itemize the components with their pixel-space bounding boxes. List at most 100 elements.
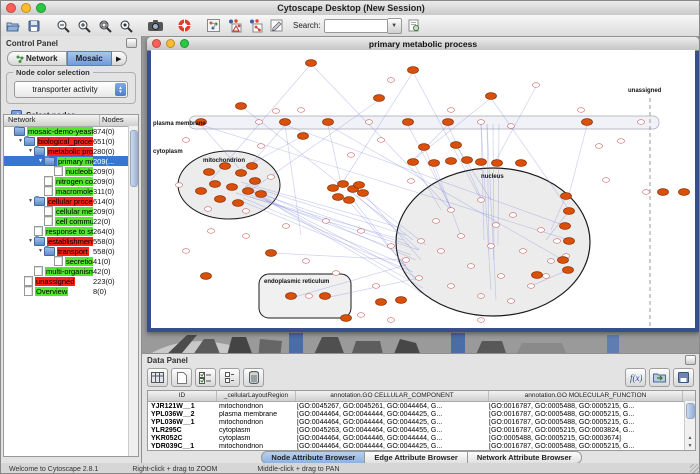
network-node[interactable] xyxy=(182,138,189,143)
formula-builder-button[interactable]: f(x) xyxy=(625,368,646,387)
network-node-selected[interactable] xyxy=(243,188,254,195)
network-node-selected[interactable] xyxy=(408,159,419,166)
network-node[interactable] xyxy=(282,224,289,229)
network-node-selected[interactable] xyxy=(462,157,473,164)
tab-network[interactable]: Network xyxy=(7,51,67,66)
network-node-selected[interactable] xyxy=(451,142,462,149)
network-node[interactable] xyxy=(577,108,584,113)
network-node[interactable] xyxy=(357,229,364,234)
network-node[interactable] xyxy=(415,276,422,281)
network-node-selected[interactable] xyxy=(396,297,407,304)
tree-expander-icon[interactable]: ▼ xyxy=(27,238,34,244)
table-cell-id[interactable]: YPL036W__2 xyxy=(148,411,216,418)
network-node-selected[interactable] xyxy=(323,119,334,126)
tree-expander-icon[interactable]: ▼ xyxy=(17,138,24,144)
network-node-selected[interactable] xyxy=(561,193,572,200)
network-node-selected[interactable] xyxy=(280,119,291,126)
search-options-icon[interactable] xyxy=(405,17,423,34)
tree-row[interactable]: ▼establishment of lo558(0) xyxy=(4,236,129,246)
annotation-transfer-icon[interactable] xyxy=(225,17,243,34)
network-node[interactable] xyxy=(467,264,474,269)
table-column-header[interactable]: ID xyxy=(148,391,217,401)
network-node[interactable] xyxy=(532,83,539,88)
network-node[interactable] xyxy=(637,120,644,125)
network-node[interactable] xyxy=(332,271,339,276)
zoom-out-icon[interactable] xyxy=(54,17,72,34)
network-node[interactable] xyxy=(527,284,534,289)
network-node[interactable] xyxy=(509,213,516,218)
network-window-titlebar[interactable]: primary metabolic process xyxy=(147,37,699,51)
save-session-icon[interactable] xyxy=(25,17,43,34)
network-node[interactable] xyxy=(447,108,454,113)
network-node[interactable] xyxy=(492,223,499,228)
scroll-down-icon[interactable]: ▼ xyxy=(685,442,695,450)
tree-expander-icon[interactable]: ▼ xyxy=(37,248,44,254)
network-node[interactable] xyxy=(477,294,484,299)
network-node[interactable] xyxy=(547,259,554,264)
network-node-selected[interactable] xyxy=(376,299,387,306)
network-node[interactable] xyxy=(447,208,454,213)
tree-row[interactable]: Overview8(0) xyxy=(4,286,129,296)
network-node[interactable] xyxy=(387,244,394,249)
table-cell-region[interactable]: cytoplasm xyxy=(216,435,294,442)
tree-row[interactable]: ▼primary metabo209(... xyxy=(4,156,129,166)
network-node-selected[interactable] xyxy=(658,189,669,196)
network-node[interactable] xyxy=(432,219,439,224)
network-node-selected[interactable] xyxy=(532,272,543,279)
network-node[interactable] xyxy=(272,109,279,114)
table-column-header[interactable]: annotation.GO MOLECULAR_FUNCTION xyxy=(489,391,683,401)
network-node[interactable] xyxy=(417,239,424,244)
table-cell-region[interactable]: plasma membrane xyxy=(216,411,294,418)
network-node[interactable] xyxy=(519,249,526,254)
network-node-selected[interactable] xyxy=(215,196,226,203)
network-node-selected[interactable] xyxy=(476,159,487,166)
tree-row[interactable]: cellular metabo209(0) xyxy=(4,206,129,216)
tree-expander-icon[interactable]: ▼ xyxy=(27,198,34,204)
tree-row[interactable]: unassigned223(0) xyxy=(4,276,129,286)
table-row[interactable]: YKR052Ccytoplasm[GO:0044464, GO:0044446,… xyxy=(148,434,695,442)
network-node[interactable] xyxy=(302,259,309,264)
network-edge[interactable] xyxy=(250,197,419,250)
network-node[interactable] xyxy=(447,284,454,289)
network-node[interactable] xyxy=(507,299,514,304)
network-edge[interactable] xyxy=(328,125,341,184)
network-edge[interactable] xyxy=(413,125,448,160)
network-node-selected[interactable] xyxy=(443,119,454,126)
network-node-selected[interactable] xyxy=(247,163,258,170)
network-node-selected[interactable] xyxy=(227,184,238,191)
resize-grip[interactable] xyxy=(690,464,700,474)
scroll-up-icon[interactable]: ▲ xyxy=(685,434,695,442)
tree-row[interactable]: response to stimul264(0) xyxy=(4,226,129,236)
network-node-selected[interactable] xyxy=(419,144,430,151)
table-cell-mol[interactable]: [GO:0016787, GO:0005488, GO:0005215, G..… xyxy=(486,443,679,450)
tree-row[interactable]: ▼cellular process614(0) xyxy=(4,196,129,206)
snapshot-icon[interactable] xyxy=(146,17,164,34)
table-cell-cell[interactable]: [GO:0045267, GO:0045261, GO:0044464, G..… xyxy=(294,403,486,410)
select-attributes-button[interactable] xyxy=(147,368,168,387)
network-node-selected[interactable] xyxy=(563,267,574,274)
table-cell-id[interactable]: YJR121W__1 xyxy=(148,403,216,410)
network-overview-icon[interactable] xyxy=(204,17,222,34)
edit-network-icon[interactable] xyxy=(267,17,285,34)
network-node-selected[interactable] xyxy=(564,208,575,215)
network-node[interactable] xyxy=(347,153,354,158)
network-node-selected[interactable] xyxy=(560,223,571,230)
network-node[interactable] xyxy=(497,274,504,279)
table-row[interactable]: YPL036W__2plasma membrane[GO:0044464, GO… xyxy=(148,410,695,418)
network-node-selected[interactable] xyxy=(298,133,309,140)
tree-column-nodes[interactable]: Nodes xyxy=(100,115,138,126)
network-node-selected[interactable] xyxy=(558,257,569,264)
delete-attribute-button[interactable] xyxy=(243,368,264,387)
network-node[interactable] xyxy=(487,244,494,249)
table-row[interactable]: YDR039C__1mitochondrion[GO:0044464, GO:0… xyxy=(148,442,695,450)
network-node[interactable] xyxy=(322,219,329,224)
network-node[interactable] xyxy=(175,183,182,188)
network-node[interactable] xyxy=(267,175,274,180)
network-node-selected[interactable] xyxy=(358,190,369,197)
network-edge[interactable] xyxy=(569,125,587,195)
network-node-selected[interactable] xyxy=(266,250,277,257)
attribute-checklist-button[interactable] xyxy=(195,368,216,387)
network-node[interactable] xyxy=(257,144,264,149)
unselect-attributes-button[interactable] xyxy=(219,368,240,387)
table-cell-mol[interactable]: [GO:0016787, GO:0005215, GO:0003824, G..… xyxy=(486,427,679,434)
